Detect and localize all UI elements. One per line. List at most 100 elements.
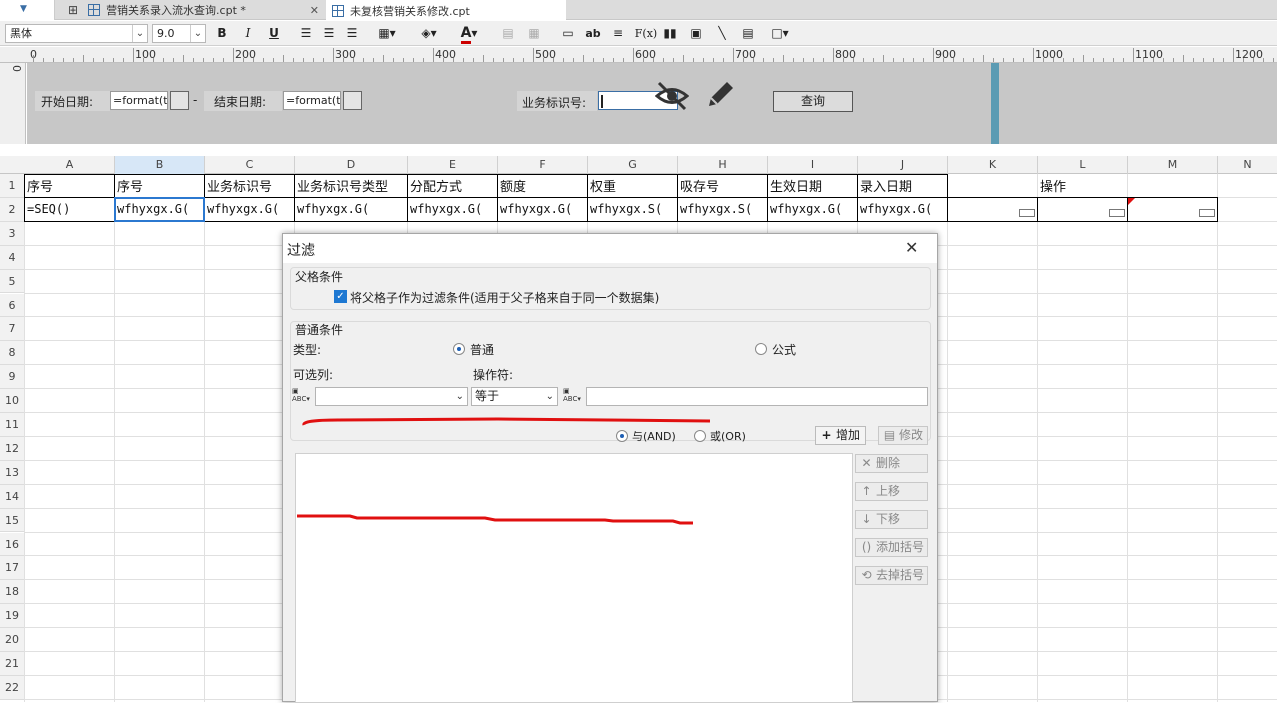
end-date-input[interactable]: =format(t <box>283 91 341 110</box>
font-family-select[interactable]: 黑体 ⌄ <box>5 24 148 43</box>
row-header[interactable]: 11 <box>0 413 25 437</box>
column-header-m[interactable]: M <box>1128 156 1218 174</box>
header-cell[interactable]: 业务标识号 <box>205 176 293 195</box>
paragraph-icon[interactable]: ≡ <box>610 25 626 42</box>
header-cell[interactable]: 生效日期 <box>768 176 856 195</box>
tab-2[interactable]: 未复核营销关系修改.cpt <box>326 0 566 21</box>
eye-hidden-icon[interactable] <box>655 81 689 111</box>
formula-cell[interactable]: wfhyxgx.G( <box>768 202 856 216</box>
modify-button[interactable]: ▤ 修改 <box>878 426 928 445</box>
condition-list[interactable] <box>295 453 853 703</box>
column-header-l[interactable]: L <box>1038 156 1128 174</box>
column-type-icon[interactable]: ▣ ABC▾ <box>292 387 312 406</box>
column-header-e[interactable]: E <box>408 156 498 174</box>
column-header-a[interactable]: A <box>25 156 115 174</box>
merge-cells-icon[interactable]: ▤ <box>500 25 516 42</box>
header-cell[interactable]: 吸存号 <box>678 176 766 195</box>
align-center-icon[interactable]: ☰ <box>321 25 337 42</box>
type-normal-radio[interactable] <box>453 343 465 355</box>
column-header-f[interactable]: F <box>498 156 588 174</box>
row-header[interactable]: 17 <box>0 556 25 581</box>
close-icon[interactable]: ✕ <box>310 4 319 17</box>
formula-cell[interactable]: wfhyxgx.G( <box>498 202 586 216</box>
header-cell[interactable]: 录入日期 <box>858 176 946 195</box>
type-formula-radio[interactable] <box>755 343 767 355</box>
formula-button[interactable]: F(x) <box>634 25 658 42</box>
calendar-icon[interactable] <box>170 91 189 110</box>
row-header[interactable]: 15 <box>0 508 25 533</box>
row-header[interactable]: 18 <box>0 580 25 605</box>
text-color-button[interactable]: A▾ <box>454 25 484 44</box>
row-header[interactable]: 1 <box>0 174 25 198</box>
row-header[interactable]: 20 <box>0 628 25 652</box>
row-header[interactable]: 14 <box>0 484 25 509</box>
row-header[interactable]: 7 <box>0 317 25 342</box>
text-tool-button[interactable]: ab <box>584 25 602 42</box>
underline-button[interactable]: U <box>266 25 282 42</box>
header-cell[interactable]: 额度 <box>498 176 586 195</box>
value-type-icon[interactable]: ▣ ABC▾ <box>563 387 583 406</box>
value-input[interactable] <box>586 387 928 406</box>
header-cell[interactable]: 业务标识号类型 <box>295 176 406 195</box>
column-header-g[interactable]: G <box>588 156 678 174</box>
logic-or-radio[interactable] <box>694 430 706 442</box>
parent-filter-checkbox[interactable]: ✓ <box>334 290 347 303</box>
header-cell[interactable]: 分配方式 <box>408 176 496 195</box>
app-menu-button[interactable]: ▼ <box>0 0 55 20</box>
add-bracket-button[interactable]: () 添加括号 <box>855 538 928 557</box>
row-header[interactable]: 8 <box>0 341 25 366</box>
formula-cell[interactable]: =SEQ() <box>25 202 113 216</box>
row-header[interactable]: 19 <box>0 604 25 629</box>
header-cell[interactable]: 权重 <box>588 176 676 195</box>
row-header[interactable]: 16 <box>0 532 25 557</box>
insert-bar-icon[interactable]: ▭ <box>560 25 576 42</box>
formula-cell[interactable]: wfhyxgx.S( <box>678 202 766 216</box>
formula-cell[interactable]: wfhyxgx.S( <box>588 202 676 216</box>
row-header[interactable]: 3 <box>0 221 25 246</box>
cell-button-widget[interactable] <box>1019 208 1035 217</box>
column-select[interactable]: ⌄ <box>315 387 468 406</box>
formula-cell[interactable]: wfhyxgx.G( <box>858 202 946 216</box>
header-cell[interactable]: 操作 <box>1038 176 1126 195</box>
query-button[interactable]: 查询 <box>773 91 853 112</box>
column-header-i[interactable]: I <box>768 156 858 174</box>
chart-icon[interactable]: ▮▮ <box>662 25 678 42</box>
row-header[interactable]: 13 <box>0 460 25 485</box>
row-header[interactable]: 5 <box>0 269 25 294</box>
fill-color-icon[interactable]: ◈▾ <box>414 25 444 42</box>
move-down-button[interactable]: ↓ 下移 <box>855 510 928 529</box>
align-left-icon[interactable]: ☰ <box>298 25 314 42</box>
logic-and-radio[interactable] <box>616 430 628 442</box>
border-icon[interactable]: ▦▾ <box>374 25 400 42</box>
add-button[interactable]: + 增加 <box>815 426 866 445</box>
formula-cell[interactable]: wfhyxgx.G( <box>295 202 406 216</box>
cell-button-widget[interactable] <box>1199 208 1215 217</box>
font-size-select[interactable]: 9.0 ⌄ <box>152 24 206 43</box>
align-right-icon[interactable]: ☰ <box>344 25 360 42</box>
header-cell[interactable]: 序号 <box>115 176 203 195</box>
split-cells-icon[interactable]: ▦ <box>526 25 542 42</box>
header-cell[interactable]: 序号 <box>25 176 113 195</box>
row-header[interactable]: 4 <box>0 245 25 270</box>
column-header-n[interactable]: N <box>1218 156 1277 174</box>
row-header[interactable]: 10 <box>0 389 25 413</box>
row-header[interactable]: 22 <box>0 675 25 700</box>
row-header[interactable]: 12 <box>0 436 25 461</box>
italic-button[interactable]: I <box>240 25 256 42</box>
calendar-icon[interactable] <box>343 91 362 110</box>
operator-select[interactable]: 等于 ⌄ <box>471 387 558 406</box>
image-icon[interactable]: ▣ <box>688 25 704 42</box>
row-header[interactable]: 6 <box>0 293 25 318</box>
column-header-j[interactable]: J <box>858 156 948 174</box>
row-header[interactable]: 2 <box>0 197 25 222</box>
row-header[interactable]: 9 <box>0 365 25 390</box>
column-header-b[interactable]: B <box>115 156 205 174</box>
sub-report-icon[interactable]: ▤ <box>740 25 756 42</box>
formula-cell[interactable]: wfhyxgx.G( <box>205 202 293 216</box>
formula-cell[interactable]: wfhyxgx.G( <box>408 202 496 216</box>
column-header-d[interactable]: D <box>295 156 408 174</box>
move-up-button[interactable]: ↑ 上移 <box>855 482 928 501</box>
delete-button[interactable]: ✕ 删除 <box>855 454 928 473</box>
start-date-input[interactable]: =format(t <box>110 91 168 110</box>
tab-1[interactable]: ⊞ 营销关系录入流水查询.cpt * ✕ <box>62 0 325 20</box>
